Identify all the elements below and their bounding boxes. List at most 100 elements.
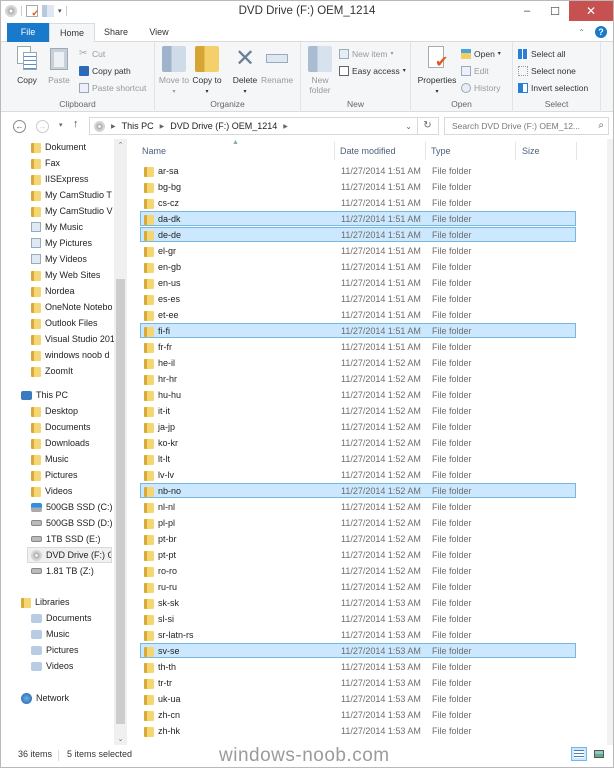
file-row[interactable]: nb-no 11/27/2014 1:52 AM File folder bbox=[140, 483, 576, 498]
file-row[interactable]: ar-sa 11/27/2014 1:51 AM File folder bbox=[140, 163, 576, 178]
file-row[interactable]: bg-bg 11/27/2014 1:51 AM File folder bbox=[140, 179, 576, 194]
file-row[interactable]: pt-br 11/27/2014 1:52 AM File folder bbox=[140, 531, 576, 546]
file-row[interactable]: es-es 11/27/2014 1:51 AM File folder bbox=[140, 291, 576, 306]
nav-item-favorite[interactable]: OneNote Notebo bbox=[31, 299, 116, 315]
file-row[interactable]: de-de 11/27/2014 1:51 AM File folder bbox=[140, 227, 576, 242]
breadcrumb-arrow-icon[interactable]: ▶ bbox=[111, 123, 116, 130]
file-row[interactable]: hu-hu 11/27/2014 1:52 AM File folder bbox=[140, 387, 576, 402]
search-input[interactable]: Search DVD Drive (F:) OEM_12... ⌕ bbox=[444, 117, 609, 135]
file-row[interactable]: sr-latn-rs 11/27/2014 1:53 AM File folder bbox=[140, 627, 576, 642]
nav-item-favorite[interactable]: Fax bbox=[31, 155, 116, 171]
nav-item-this-pc-child[interactable]: 1.81 TB (Z:) bbox=[31, 563, 116, 579]
nav-item-favorite[interactable]: IISExpress bbox=[31, 171, 116, 187]
file-row[interactable]: ru-ru 11/27/2014 1:52 AM File folder bbox=[140, 579, 576, 594]
nav-item-library[interactable]: Videos bbox=[31, 658, 116, 674]
tab-file[interactable]: File bbox=[7, 23, 49, 42]
column-divider[interactable] bbox=[515, 142, 516, 160]
new-item-button[interactable]: New item ▾ bbox=[339, 46, 393, 61]
breadcrumb-this-pc[interactable]: This PC bbox=[122, 121, 154, 131]
maximize-button[interactable]: ☐ bbox=[541, 1, 569, 21]
nav-item-favorite[interactable]: My CamStudio V bbox=[31, 203, 116, 219]
delete-button[interactable]: ✕ Delete ▾ bbox=[229, 46, 261, 97]
copy-to-button[interactable]: Copy to ▾ bbox=[191, 46, 223, 97]
nav-item-libraries[interactable]: Libraries bbox=[21, 594, 106, 610]
nav-item-favorite[interactable]: My Pictures bbox=[31, 235, 116, 251]
nav-item-favorite[interactable]: windows noob d bbox=[31, 347, 116, 363]
file-row[interactable]: ro-ro 11/27/2014 1:52 AM File folder bbox=[140, 563, 576, 578]
edit-button[interactable]: Edit bbox=[461, 63, 489, 78]
history-button[interactable]: History bbox=[461, 80, 500, 95]
minimize-button[interactable]: – bbox=[513, 1, 541, 21]
file-row[interactable]: en-gb 11/27/2014 1:51 AM File folder bbox=[140, 259, 576, 274]
file-row[interactable]: tr-tr 11/27/2014 1:53 AM File folder bbox=[140, 675, 576, 690]
search-icon[interactable]: ⌕ bbox=[598, 118, 604, 134]
nav-item-favorite[interactable]: Outlook Files bbox=[31, 315, 116, 331]
file-row[interactable]: th-th 11/27/2014 1:53 AM File folder bbox=[140, 659, 576, 674]
file-row[interactable]: zh-hk 11/27/2014 1:53 AM File folder bbox=[140, 723, 576, 738]
file-row[interactable]: el-gr 11/27/2014 1:51 AM File folder bbox=[140, 243, 576, 258]
scroll-up-icon[interactable]: ⌃ bbox=[114, 141, 127, 149]
address-bar[interactable]: ▶ This PC ▶ DVD Drive (F:) OEM_1214 ▶ ⌄ bbox=[89, 117, 439, 135]
file-row[interactable]: sk-sk 11/27/2014 1:53 AM File folder bbox=[140, 595, 576, 610]
copy-button[interactable]: Copy bbox=[11, 46, 43, 85]
file-row[interactable]: fr-fr 11/27/2014 1:51 AM File folder bbox=[140, 339, 576, 354]
nav-item-this-pc-child[interactable]: 1TB SSD (E:) bbox=[31, 531, 116, 547]
file-row[interactable]: cs-cz 11/27/2014 1:51 AM File folder bbox=[140, 195, 576, 210]
nav-item-favorite[interactable]: Visual Studio 201 bbox=[31, 331, 116, 347]
nav-item-favorite[interactable]: Dokument bbox=[31, 139, 116, 155]
large-icons-view-button[interactable] bbox=[591, 747, 607, 761]
nav-item-this-pc-child[interactable]: DVD Drive (F:) OE bbox=[27, 547, 112, 563]
address-dropdown-icon[interactable]: ⌄ bbox=[405, 122, 412, 131]
file-row[interactable]: lt-lt 11/27/2014 1:52 AM File folder bbox=[140, 451, 576, 466]
breadcrumb-arrow-icon[interactable]: ▶ bbox=[283, 123, 288, 130]
copy-path-button[interactable]: Copy path bbox=[79, 63, 131, 78]
file-row[interactable]: et-ee 11/27/2014 1:51 AM File folder bbox=[140, 307, 576, 322]
nav-item-this-pc-child[interactable]: Documents bbox=[31, 419, 116, 435]
file-row[interactable]: fi-fi 11/27/2014 1:51 AM File folder bbox=[140, 323, 576, 338]
nav-item-favorite[interactable]: ZoomIt bbox=[31, 363, 116, 379]
invert-selection-button[interactable]: Invert selection bbox=[518, 80, 588, 95]
file-row[interactable]: da-dk 11/27/2014 1:51 AM File folder bbox=[140, 211, 576, 226]
nav-item-this-pc-child[interactable]: Pictures bbox=[31, 467, 116, 483]
nav-item-network[interactable]: Network bbox=[21, 690, 106, 706]
close-button[interactable]: ✕ bbox=[569, 1, 613, 21]
file-row[interactable]: he-il 11/27/2014 1:52 AM File folder bbox=[140, 355, 576, 370]
nav-item-library[interactable]: Documents bbox=[31, 610, 116, 626]
collapse-ribbon-icon[interactable]: ⌃ bbox=[578, 28, 585, 37]
back-button[interactable]: ← bbox=[13, 120, 26, 133]
file-row[interactable]: lv-lv 11/27/2014 1:52 AM File folder bbox=[140, 467, 576, 482]
column-header-date-modified[interactable]: Date modified bbox=[340, 142, 396, 160]
up-button[interactable]: ↑ bbox=[73, 118, 79, 130]
column-header-size[interactable]: Size bbox=[522, 142, 540, 160]
file-row[interactable]: it-it 11/27/2014 1:52 AM File folder bbox=[140, 403, 576, 418]
column-header-name[interactable]: Name bbox=[142, 142, 166, 160]
nav-item-favorite[interactable]: My Music bbox=[31, 219, 116, 235]
nav-item-this-pc-child[interactable]: Videos bbox=[31, 483, 116, 499]
tab-share[interactable]: Share bbox=[97, 23, 135, 42]
nav-item-this-pc-child[interactable]: 500GB SSD (C:) bbox=[31, 499, 116, 515]
scrollbar-thumb[interactable] bbox=[116, 279, 125, 724]
nav-item-this-pc[interactable]: This PC bbox=[21, 387, 106, 403]
file-row[interactable]: uk-ua 11/27/2014 1:53 AM File folder bbox=[140, 691, 576, 706]
recent-locations-icon[interactable]: ▾ bbox=[59, 121, 63, 129]
nav-item-library[interactable]: Music bbox=[31, 626, 116, 642]
file-row[interactable]: sl-si 11/27/2014 1:53 AM File folder bbox=[140, 611, 576, 626]
select-all-button[interactable]: Select all bbox=[518, 46, 566, 61]
file-row[interactable]: hr-hr 11/27/2014 1:52 AM File folder bbox=[140, 371, 576, 386]
nav-item-library[interactable]: Pictures bbox=[31, 642, 116, 658]
new-folder-button[interactable]: New folder bbox=[304, 46, 336, 95]
properties-button[interactable]: ✔ Properties ▾ bbox=[415, 46, 459, 97]
nav-item-favorite[interactable]: My Videos bbox=[31, 251, 116, 267]
breadcrumb-dvd-drive[interactable]: DVD Drive (F:) OEM_1214 bbox=[170, 121, 277, 131]
move-to-button[interactable]: Move to ▾ bbox=[158, 46, 190, 97]
paste-shortcut-button[interactable]: Paste shortcut bbox=[79, 80, 146, 95]
nav-item-this-pc-child[interactable]: Music bbox=[31, 451, 116, 467]
tab-view[interactable]: View bbox=[141, 23, 177, 42]
rename-button[interactable]: Rename bbox=[261, 46, 293, 85]
select-none-button[interactable]: Select none bbox=[518, 63, 576, 78]
breadcrumb-arrow-icon[interactable]: ▶ bbox=[160, 123, 165, 130]
nav-item-favorite[interactable]: My Web Sites bbox=[31, 267, 116, 283]
column-divider[interactable] bbox=[576, 142, 577, 160]
tab-home[interactable]: Home bbox=[49, 23, 95, 43]
file-row[interactable]: ko-kr 11/27/2014 1:52 AM File folder bbox=[140, 435, 576, 450]
